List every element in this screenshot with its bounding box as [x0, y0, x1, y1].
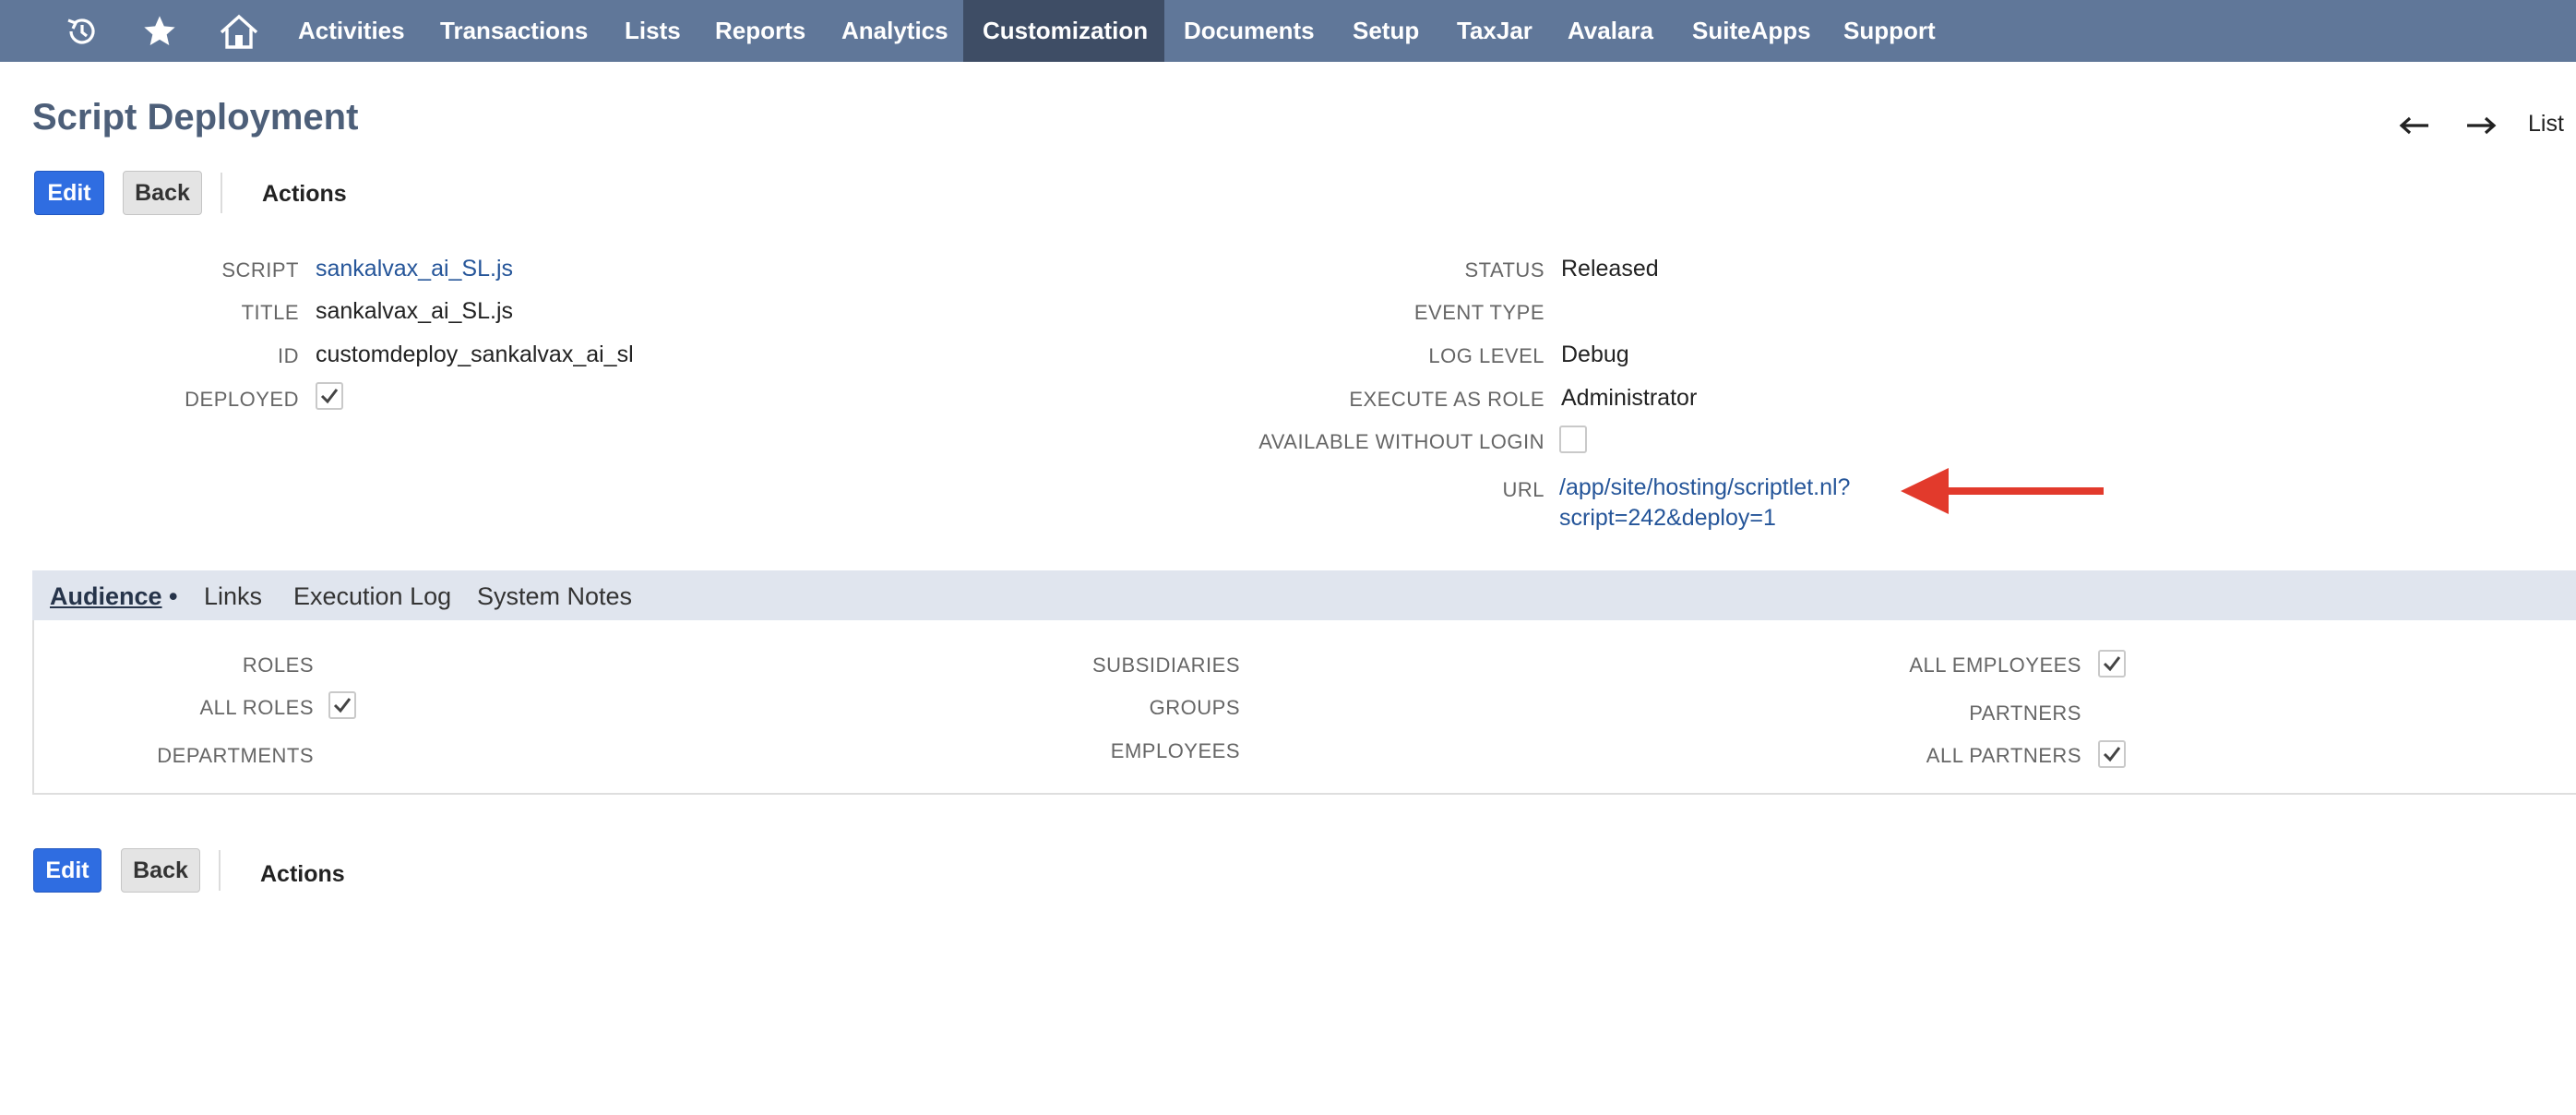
nav-suiteapps[interactable]: SuiteApps: [1673, 0, 1831, 62]
actions-menu[interactable]: Actions: [262, 181, 347, 208]
back-button[interactable]: Back: [123, 171, 202, 215]
nav-support[interactable]: Support: [1824, 0, 1955, 62]
nav-setup[interactable]: Setup: [1333, 0, 1438, 62]
partners-label: PARTNERS: [1969, 701, 2081, 725]
tab-system-notes[interactable]: System Notes: [477, 582, 632, 611]
script-link[interactable]: sankalvax_ai_SL.js: [316, 256, 513, 282]
recent-records-icon[interactable]: [59, 0, 103, 62]
id-label: ID: [278, 344, 299, 367]
toolbar-divider-bottom: [219, 850, 221, 891]
all-partners-checkbox: [2098, 740, 2126, 768]
title-value: sankalvax_ai_SL.js: [316, 298, 514, 324]
roles-label: ROLES: [242, 653, 314, 677]
deployed-label: DEPLOYED: [185, 388, 299, 411]
url-line-2: script=242&deploy=1: [1559, 505, 1776, 531]
nav-taxjar[interactable]: TaxJar: [1437, 0, 1552, 62]
red-arrow-annotation: [1901, 466, 2105, 521]
tab-audience-bullet: •: [169, 582, 178, 610]
audience-panel: [32, 620, 2576, 795]
tab-audience[interactable]: Audience •: [50, 582, 178, 611]
nav-transactions[interactable]: Transactions: [421, 0, 607, 62]
home-icon[interactable]: [216, 0, 262, 62]
url-line-1: /app/site/hosting/scriptlet.nl?: [1559, 474, 1851, 500]
execute-as-role-value: Administrator: [1561, 385, 1698, 411]
departments-label: DEPARTMENTS: [157, 744, 314, 767]
arrow-right-icon[interactable]: [2465, 107, 2497, 144]
available-without-login-label: AVAILABLE WITHOUT LOGIN: [1258, 430, 1544, 453]
title-label: TITLE: [241, 301, 299, 324]
url-link[interactable]: /app/site/hosting/scriptlet.nl? script=2…: [1559, 473, 1850, 534]
event-type-label: EVENT TYPE: [1413, 301, 1544, 324]
url-label: URL: [1502, 478, 1544, 501]
subsidiaries-label: SUBSIDIARIES: [1091, 653, 1240, 677]
nav-analytics[interactable]: Analytics: [822, 0, 968, 62]
all-roles-checkbox: [328, 691, 356, 719]
page-title: Script Deployment: [32, 97, 359, 138]
available-without-login-checkbox: [1559, 426, 1587, 453]
tab-execution-log-label: Execution Log: [293, 582, 452, 610]
id-value: customdeploy_sankalvax_ai_sl: [316, 342, 634, 367]
tab-execution-log[interactable]: Execution Log: [293, 582, 451, 611]
groups-label: GROUPS: [1149, 696, 1240, 719]
all-employees-label: ALL EMPLOYEES: [1909, 653, 2081, 677]
status-value: Released: [1561, 256, 1659, 282]
tab-links-label: Links: [204, 582, 263, 610]
nav-customization[interactable]: Customization: [963, 0, 1164, 62]
arrow-left-icon[interactable]: [2399, 107, 2430, 144]
log-level-value: Debug: [1561, 342, 1629, 367]
deployed-checkbox: [316, 382, 343, 410]
nav-documents[interactable]: Documents: [1164, 0, 1334, 62]
log-level-label: LOG LEVEL: [1428, 344, 1544, 367]
list-link[interactable]: List: [2528, 111, 2564, 138]
tab-audience-label: Audience: [50, 582, 162, 610]
nav-avalara[interactable]: Avalara: [1548, 0, 1673, 62]
nav-activities[interactable]: Activities: [279, 0, 424, 62]
actions-menu-bottom[interactable]: Actions: [260, 861, 345, 888]
nav-lists[interactable]: Lists: [605, 0, 700, 62]
employees-label: EMPLOYEES: [1110, 739, 1240, 762]
edit-button-bottom[interactable]: Edit: [33, 848, 101, 893]
top-navigation-bar: Activities Transactions Lists Reports An…: [0, 0, 2576, 62]
script-label: SCRIPT: [221, 258, 299, 282]
toolbar-divider: [221, 173, 222, 213]
edit-button[interactable]: Edit: [34, 171, 104, 215]
nav-reports[interactable]: Reports: [696, 0, 825, 62]
star-icon[interactable]: [138, 0, 181, 62]
all-partners-label: ALL PARTNERS: [1926, 744, 2081, 767]
tab-system-notes-label: System Notes: [477, 582, 633, 610]
all-roles-label: ALL ROLES: [199, 696, 314, 719]
tab-links[interactable]: Links: [204, 582, 262, 611]
all-employees-checkbox: [2098, 650, 2126, 677]
execute-as-role-label: EXECUTE AS ROLE: [1349, 388, 1544, 411]
back-button-bottom[interactable]: Back: [121, 848, 200, 893]
status-label: STATUS: [1464, 258, 1544, 282]
